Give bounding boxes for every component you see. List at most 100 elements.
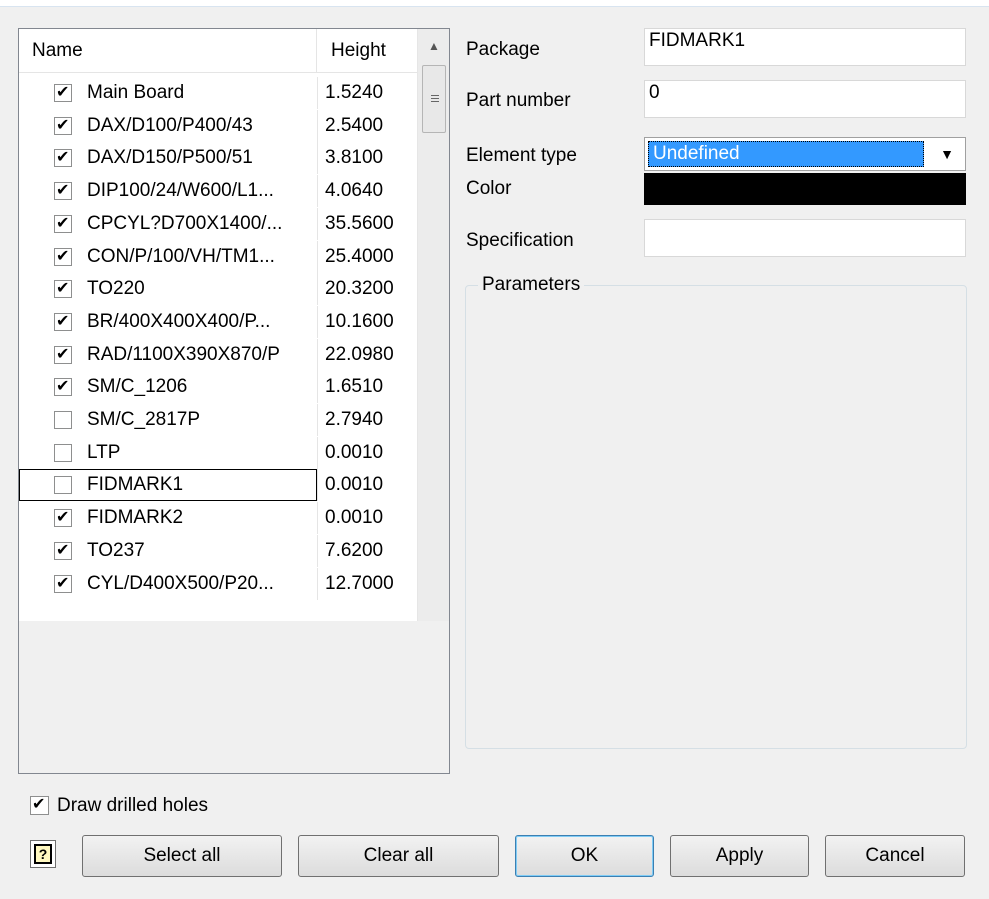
row-name: BR/400X400X400/P... — [87, 310, 271, 332]
scroll-grip-icon — [431, 95, 439, 96]
row-checkbox[interactable] — [54, 246, 72, 266]
row-height: 20.3200 — [325, 278, 394, 300]
row-checkbox[interactable] — [54, 147, 72, 168]
select-all-button[interactable]: Select all — [82, 835, 282, 877]
row-height: 10.1600 — [325, 310, 394, 332]
list-row[interactable]: CPCYL?D700X1400/... 35.5600 — [19, 207, 417, 240]
window-top-edge — [0, 0, 989, 7]
column-divider — [317, 371, 318, 404]
clear-all-button[interactable]: Clear all — [298, 835, 499, 877]
column-divider — [317, 207, 318, 240]
column-divider — [317, 77, 318, 109]
row-checkbox[interactable] — [54, 278, 72, 299]
column-divider — [317, 567, 318, 600]
list-row[interactable]: Main Board 1.5240 — [19, 77, 417, 109]
row-name: SM/C_1206 — [87, 376, 188, 398]
list-row[interactable]: DIP100/24/W600/L1... 4.0640 — [19, 175, 417, 208]
package-list-body: Name Height Main Board 1.5240 DAX/D100/P40… — [19, 29, 417, 621]
row-checkbox[interactable] — [54, 311, 72, 331]
row-name: TO237 — [87, 539, 145, 561]
list-row[interactable]: FIDMARK2 0.0010 — [19, 502, 417, 535]
list-row[interactable]: RAD/1100X390X870/P 22.0980 — [19, 338, 417, 371]
row-height: 2.5400 — [325, 114, 384, 136]
row-name: RAD/1100X390X870/P — [87, 343, 280, 365]
part-number-label: Part number — [466, 90, 571, 111]
list-row[interactable]: BR/400X400X400/P... 10.1600 — [19, 305, 417, 338]
row-name: CYL/D400X500/P20... — [87, 572, 274, 594]
row-checkbox[interactable] — [54, 507, 72, 528]
list-row[interactable]: TO220 20.3200 — [19, 273, 417, 306]
column-divider — [317, 404, 318, 436]
row-height: 7.6200 — [325, 539, 384, 561]
row-name: Main Board — [87, 82, 185, 103]
draw-drilled-holes-label[interactable]: Draw drilled holes — [57, 795, 208, 817]
list-row[interactable]: SM/C_2817P 2.7940 — [19, 404, 417, 436]
column-divider — [317, 142, 318, 175]
row-name: DAX/D150/P500/51 — [87, 147, 253, 169]
column-divider — [317, 305, 318, 338]
ok-button[interactable]: OK — [515, 835, 654, 877]
list-row[interactable]: LTP 0.0010 — [19, 436, 417, 469]
package-label: Package — [466, 39, 540, 60]
row-checkbox[interactable] — [54, 82, 72, 102]
package-field[interactable]: FIDMARK1 — [644, 28, 966, 66]
column-divider — [317, 175, 318, 208]
package-list[interactable]: Name Height Main Board 1.5240 DAX/D100/P40… — [18, 28, 450, 774]
list-row[interactable]: DAX/D150/P500/51 3.8100 — [19, 142, 417, 175]
row-height: 25.4000 — [325, 245, 394, 267]
cancel-button[interactable]: Cancel — [825, 835, 965, 877]
element-type-dropdown[interactable]: Undefined ▼ — [644, 137, 966, 171]
row-name: CON/P/100/VH/TM1... — [87, 245, 275, 267]
column-divider — [317, 502, 318, 535]
row-checkbox[interactable] — [54, 344, 72, 364]
row-name: DAX/D100/P400/43 — [87, 114, 253, 136]
parameters-title: Parameters — [478, 272, 585, 298]
row-checkbox[interactable] — [54, 573, 72, 593]
part-number-field[interactable]: 0 — [644, 80, 966, 118]
row-height: 12.7000 — [325, 572, 394, 594]
dropdown-arrow-icon[interactable]: ▼ — [929, 138, 965, 170]
scroll-up-arrow-icon[interactable]: ▲ — [418, 29, 450, 63]
row-name: DIP100/24/W600/L1... — [87, 180, 274, 202]
help-button[interactable]: ? — [30, 840, 56, 868]
list-row[interactable]: CYL/D400X500/P20... 12.7000 — [19, 567, 417, 600]
column-divider — [317, 240, 318, 273]
list-row[interactable]: FIDMARK1 0.0010 — [19, 469, 417, 502]
parameters-group: Parameters — [465, 272, 967, 749]
row-checkbox[interactable] — [54, 115, 72, 135]
specification-label: Specification — [466, 230, 574, 251]
row-name: SM/C_2817P — [87, 409, 201, 430]
row-checkbox[interactable] — [54, 540, 72, 560]
row-checkbox[interactable] — [54, 213, 72, 233]
help-icon: ? — [34, 844, 52, 864]
row-checkbox[interactable] — [54, 376, 72, 397]
row-checkbox[interactable] — [54, 443, 72, 462]
row-height: 0.0010 — [325, 507, 384, 529]
row-name: TO220 — [87, 278, 145, 300]
specification-field[interactable] — [644, 219, 966, 257]
row-height: 1.6510 — [325, 376, 384, 398]
list-row[interactable]: DAX/D100/P400/43 2.5400 — [19, 109, 417, 142]
list-vertical-scrollbar[interactable]: ▲ — [417, 29, 449, 621]
row-name: FIDMARK2 — [87, 507, 184, 529]
element-type-label: Element type — [466, 145, 577, 166]
color-label: Color — [466, 178, 512, 199]
row-height: 1.5240 — [325, 82, 384, 103]
apply-button[interactable]: Apply — [670, 835, 809, 877]
row-height: 3.8100 — [325, 147, 384, 169]
scrollbar-thumb[interactable] — [422, 65, 446, 133]
list-row[interactable]: SM/C_1206 1.6510 — [19, 371, 417, 404]
color-swatch[interactable] — [644, 173, 966, 205]
column-header-height[interactable]: Height — [317, 29, 417, 73]
list-row[interactable]: CON/P/100/VH/TM1... 25.4000 — [19, 240, 417, 273]
draw-drilled-holes-checkbox[interactable] — [30, 794, 49, 815]
row-checkbox[interactable] — [54, 411, 72, 429]
row-height: 0.0010 — [325, 474, 384, 496]
row-name: CPCYL?D700X1400/... — [87, 212, 283, 234]
row-checkbox[interactable] — [54, 180, 72, 201]
column-header-name[interactable]: Name — [19, 29, 317, 73]
row-height: 4.0640 — [325, 180, 384, 202]
row-height: 35.5600 — [325, 212, 394, 234]
list-row[interactable]: TO237 7.6200 — [19, 534, 417, 567]
column-divider — [317, 436, 318, 469]
